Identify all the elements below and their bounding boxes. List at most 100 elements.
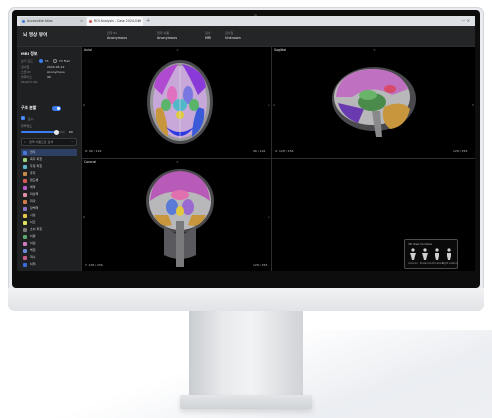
- segmentation-toggle[interactable]: [52, 106, 61, 111]
- opacity-label: 불투명도: [21, 124, 33, 128]
- view-right-lateral-button[interactable]: Right Lateral: [442, 248, 457, 265]
- field-label: 검사일: [225, 31, 234, 35]
- close-icon[interactable]: ×: [80, 17, 83, 26]
- info-key: 스캔 ID: [21, 70, 31, 74]
- roi-section-title: 구조 분할: [21, 105, 37, 110]
- region-item[interactable]: 전두: [21, 149, 77, 156]
- region-item[interactable]: 편도체: [21, 177, 77, 184]
- region-search-input[interactable]: ⌕ 영역 이름으로 검색 ⋯: [21, 138, 77, 146]
- region-name: 백질: [30, 248, 36, 252]
- radio-t1[interactable]: [39, 58, 43, 63]
- radio-t2-flair-label: T2 Flair: [59, 59, 71, 63]
- radio-t2-flair[interactable]: [53, 58, 57, 63]
- field-value: Anonymous: [107, 36, 127, 40]
- info-key: Stretch Val.: [21, 80, 39, 84]
- orientation-widget: 3D View Controls Anterior Posterior Left…: [404, 239, 458, 269]
- region-color-swatch: [23, 178, 27, 183]
- app-header: 뇌 영상 뷰어 환자 ID Anonymous 환자 이름 Anonymous …: [17, 26, 475, 47]
- region-item[interactable]: 측두 피질: [21, 156, 77, 163]
- region-item[interactable]: 뇌량: [21, 233, 77, 240]
- region-item[interactable]: 미상핵: [21, 191, 77, 198]
- region-name: 소뇌 피질: [30, 227, 42, 231]
- close-icon[interactable]: ×: [137, 17, 140, 26]
- viewport-slice-count: 128 / 256: [453, 149, 468, 153]
- region-name: 편도체: [30, 178, 39, 182]
- axial-brain-image: [147, 60, 213, 144]
- region-color-swatch: [23, 234, 27, 239]
- mri-section-title: MRI 정보: [21, 51, 38, 56]
- person-icon: [410, 248, 416, 260]
- sagittal-brain-image: [332, 67, 416, 137]
- region-item[interactable]: 소뇌 피질: [21, 226, 77, 233]
- info-value: Anonymous: [47, 70, 65, 74]
- field-label: 환자 ID: [107, 31, 117, 35]
- info-value: 96: [47, 75, 51, 79]
- search-placeholder: 영역 이름으로 검색: [29, 140, 53, 144]
- browser-tab-1[interactable]: Accessible Atlas ×: [20, 17, 86, 26]
- viewport-axial[interactable]: Axial A R L: [81, 46, 272, 159]
- person-icon: [435, 248, 439, 260]
- region-item[interactable]: 창백핵: [21, 205, 77, 212]
- viewport-slice-info: Z: 96 / 192: [85, 149, 102, 153]
- region-color-swatch: [23, 262, 27, 267]
- header-field-patient-id: 환자 ID Anonymous: [107, 31, 127, 40]
- view-left-lateral-button[interactable]: Left Lateral: [430, 248, 444, 265]
- sidebar: MRI 정보 보기 모드 T1 T2 Flair 검사일 2024-05-12 …: [17, 47, 82, 271]
- region-item[interactable]: 백질: [21, 247, 77, 254]
- opacity-slider-handle[interactable]: [53, 129, 59, 135]
- view-mode-label: 보기 모드: [21, 59, 33, 63]
- region-item[interactable]: 시상: [21, 212, 77, 219]
- region-color-swatch: [23, 150, 27, 155]
- region-name: 후두: [30, 171, 36, 175]
- region-name: 뇌실: [30, 241, 36, 245]
- region-item[interactable]: 뇌척: [21, 261, 77, 268]
- tab-favicon-icon: [22, 20, 25, 23]
- window-controls[interactable]: — ×: [461, 16, 470, 26]
- opacity-slider[interactable]: [21, 129, 65, 135]
- region-item[interactable]: 뇌간: [21, 219, 77, 226]
- region-color-swatch: [23, 199, 27, 204]
- region-item[interactable]: 두정 피질: [21, 163, 77, 170]
- viewport-3d[interactable]: 3D View Controls Anterior Posterior Left…: [271, 158, 475, 271]
- view-posterior-button[interactable]: Posterior: [420, 248, 430, 265]
- screen: Accessible Atlas × ROI Analysis - Case 2…: [17, 16, 475, 271]
- monitor-stand-foot: [180, 395, 312, 409]
- info-key: 슬라이스: [21, 75, 33, 79]
- viewport-coronal[interactable]: Coronal S R L: [81, 158, 272, 271]
- region-name: 척수: [30, 255, 36, 259]
- region-name: 피각: [30, 199, 36, 203]
- filter-icon[interactable]: ⋯: [71, 139, 74, 145]
- region-name: 시상: [30, 213, 36, 217]
- region-color-swatch: [23, 220, 27, 225]
- show-checkbox[interactable]: ✓: [21, 116, 25, 120]
- region-name: 미상핵: [30, 192, 39, 196]
- viewport-slice-count: 128 / 256: [253, 263, 268, 267]
- new-tab-button[interactable]: +: [146, 17, 150, 25]
- region-color-swatch: [23, 171, 27, 176]
- region-item[interactable]: 뇌실: [21, 240, 77, 247]
- radio-t1-label: T1: [45, 59, 49, 63]
- view-label: Right Lateral: [442, 262, 458, 265]
- region-item[interactable]: 피각: [21, 198, 77, 205]
- viewport-sagittal[interactable]: Sagittal S A P: [271, 46, 475, 159]
- region-color-swatch: [23, 192, 27, 197]
- region-name: 전두: [30, 150, 36, 154]
- region-item[interactable]: 후두: [21, 170, 77, 177]
- show-label: 표시: [28, 116, 34, 121]
- region-color-swatch: [23, 241, 27, 246]
- viewport-slice-info: X: 128 / 256: [275, 149, 294, 153]
- region-color-swatch: [23, 164, 27, 169]
- monitor-stand-neck: [189, 311, 303, 397]
- region-name: 해마: [30, 185, 36, 189]
- info-value: 2024-05-12: [47, 65, 65, 69]
- view-anterior-button[interactable]: Anterior: [408, 248, 418, 265]
- region-item[interactable]: 해마: [21, 184, 77, 191]
- region-item[interactable]: 척수: [21, 254, 77, 261]
- region-name: 뇌척: [30, 262, 36, 266]
- field-value: MRI: [205, 36, 212, 40]
- browser-tab-2[interactable]: ROI Analysis - Case 2024-019 ×: [87, 17, 143, 26]
- info-key: 검사일: [21, 65, 30, 69]
- coronal-brain-image: [146, 169, 214, 267]
- header-field-patient-name: 환자 이름 Anonymous: [157, 31, 177, 40]
- region-name: 측두 피질: [30, 157, 42, 161]
